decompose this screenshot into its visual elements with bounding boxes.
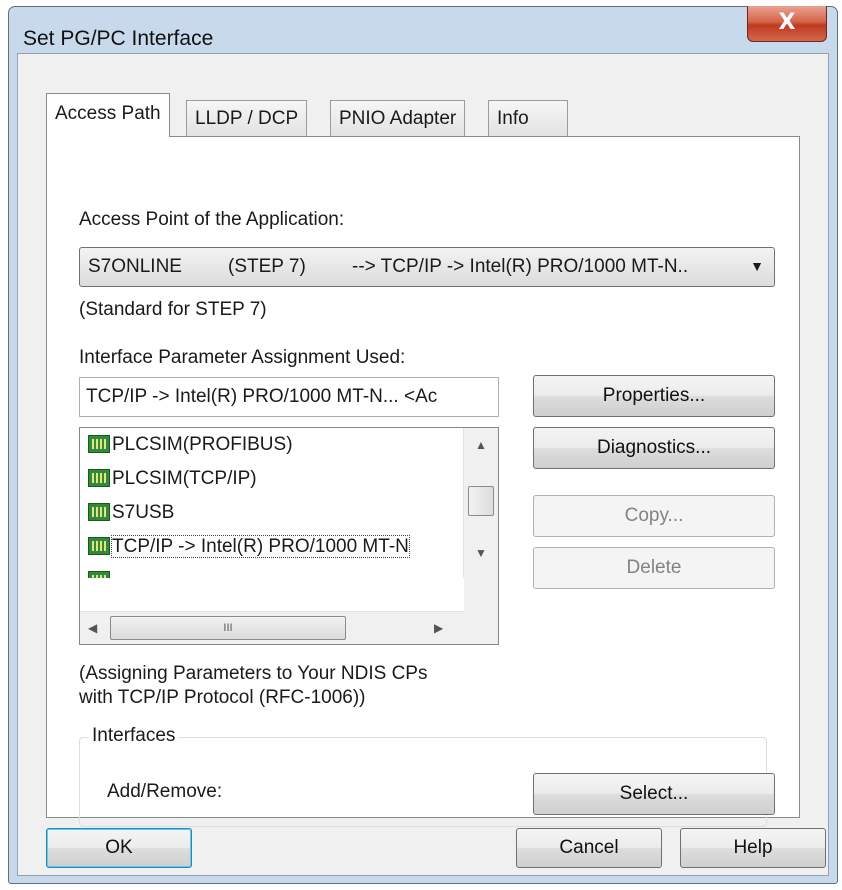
tab-label: PNIO Adapter: [339, 108, 457, 129]
copy-button[interactable]: Copy...: [533, 495, 775, 537]
close-icon: X: [778, 10, 796, 35]
access-point-combobox[interactable]: S7ONLINE (STEP 7) --> TCP/IP -> Intel(R)…: [79, 247, 775, 287]
ok-label: OK: [105, 837, 133, 858]
access-point-app: (STEP 7): [228, 256, 306, 277]
vertical-scrollbar[interactable]: ▲ ▼: [463, 428, 498, 578]
select-label: Select...: [619, 783, 689, 804]
interface-description-line2: with TCP/IP Protocol (RFC-1006)): [79, 687, 366, 708]
network-adapter-icon: [88, 537, 110, 555]
access-path-panel: Access Point of the Application: S7ONLIN…: [46, 136, 800, 827]
dialog-window: Set PG/PC Interface X Access Path LLDP /…: [8, 6, 838, 884]
interface-description-line1: (Assigning Parameters to Your NDIS CPs: [79, 663, 428, 684]
list-item-selected[interactable]: TCP/IP -> Intel(R) PRO/1000 MT-N: [88, 532, 410, 562]
interface-param-field[interactable]: TCP/IP -> Intel(R) PRO/1000 MT-N... <Ac: [79, 377, 499, 417]
scroll-up-icon[interactable]: ▲: [475, 438, 487, 452]
interface-listbox[interactable]: PLCSIM(PROFIBUS) PLCSIM(TCP/IP) S7USB TC…: [79, 427, 499, 645]
network-adapter-icon: [88, 435, 110, 453]
chevron-down-icon[interactable]: ▼: [750, 258, 764, 274]
tab-pnio-adapter[interactable]: PNIO Adapter: [330, 100, 466, 136]
cancel-label: Cancel: [559, 837, 619, 858]
add-remove-label: Add/Remove:: [107, 781, 223, 802]
properties-button[interactable]: Properties...: [533, 375, 775, 417]
tab-info[interactable]: Info: [488, 100, 568, 136]
access-point-name: S7ONLINE: [88, 256, 182, 277]
scroll-right-icon[interactable]: ▶: [434, 621, 443, 635]
ok-button[interactable]: OK: [46, 828, 192, 868]
scroll-grip-icon: III: [223, 622, 233, 634]
tab-access-path[interactable]: Access Path: [46, 93, 170, 137]
interfaces-group-label: Interfaces: [89, 725, 179, 747]
network-adapter-icon: [88, 469, 110, 487]
network-adapter-icon: [88, 571, 110, 578]
diagnostics-label: Diagnostics...: [596, 437, 712, 458]
horizontal-scroll-thumb[interactable]: III: [110, 616, 346, 640]
scroll-left-icon[interactable]: ◀: [88, 621, 97, 635]
interface-param-value: TCP/IP -> Intel(R) PRO/1000 MT-N... <Ac: [86, 386, 438, 407]
horizontal-scrollbar[interactable]: ◀ III ▶: [80, 611, 466, 644]
delete-label: Delete: [626, 557, 682, 578]
list-item-label: PLCSIM(PROFIBUS): [112, 434, 293, 455]
select-button[interactable]: Select...: [533, 773, 775, 815]
dialog-client-area: Access Path LLDP / DCP PNIO Adapter Info…: [17, 53, 829, 876]
window-title: Set PG/PC Interface: [23, 27, 214, 50]
list-item-partial: [88, 566, 112, 578]
tab-label: Info: [497, 108, 529, 129]
list-item-label: TCP/IP -> Intel(R) PRO/1000 MT-N: [111, 535, 410, 558]
properties-label: Properties...: [602, 385, 706, 406]
copy-label: Copy...: [624, 505, 684, 526]
help-button[interactable]: Help: [680, 828, 826, 868]
delete-button[interactable]: Delete: [533, 547, 775, 589]
network-adapter-icon: [88, 503, 110, 521]
access-point-label: Access Point of the Application:: [79, 209, 345, 230]
help-label: Help: [733, 837, 773, 858]
tab-label: Access Path: [55, 103, 161, 124]
access-point-note: (Standard for STEP 7): [79, 299, 267, 320]
access-point-path: --> TCP/IP -> Intel(R) PRO/1000 MT-N..: [352, 256, 689, 277]
scrollbar-corner: [464, 578, 498, 644]
close-button[interactable]: X: [747, 6, 827, 42]
list-item[interactable]: PLCSIM(TCP/IP): [88, 464, 257, 494]
interface-param-label: Interface Parameter Assignment Used:: [79, 347, 406, 368]
list-item-label: PLCSIM(TCP/IP): [112, 468, 257, 489]
scroll-down-icon[interactable]: ▼: [475, 546, 487, 560]
diagnostics-button[interactable]: Diagnostics...: [533, 427, 775, 469]
list-item[interactable]: S7USB: [88, 498, 174, 528]
tab-lldp-dcp[interactable]: LLDP / DCP: [186, 100, 308, 136]
list-item[interactable]: PLCSIM(PROFIBUS): [88, 430, 293, 460]
list-item-label: S7USB: [112, 502, 175, 523]
cancel-button[interactable]: Cancel: [516, 828, 662, 868]
tab-label: LLDP / DCP: [195, 108, 299, 129]
vertical-scroll-thumb[interactable]: [468, 486, 494, 516]
